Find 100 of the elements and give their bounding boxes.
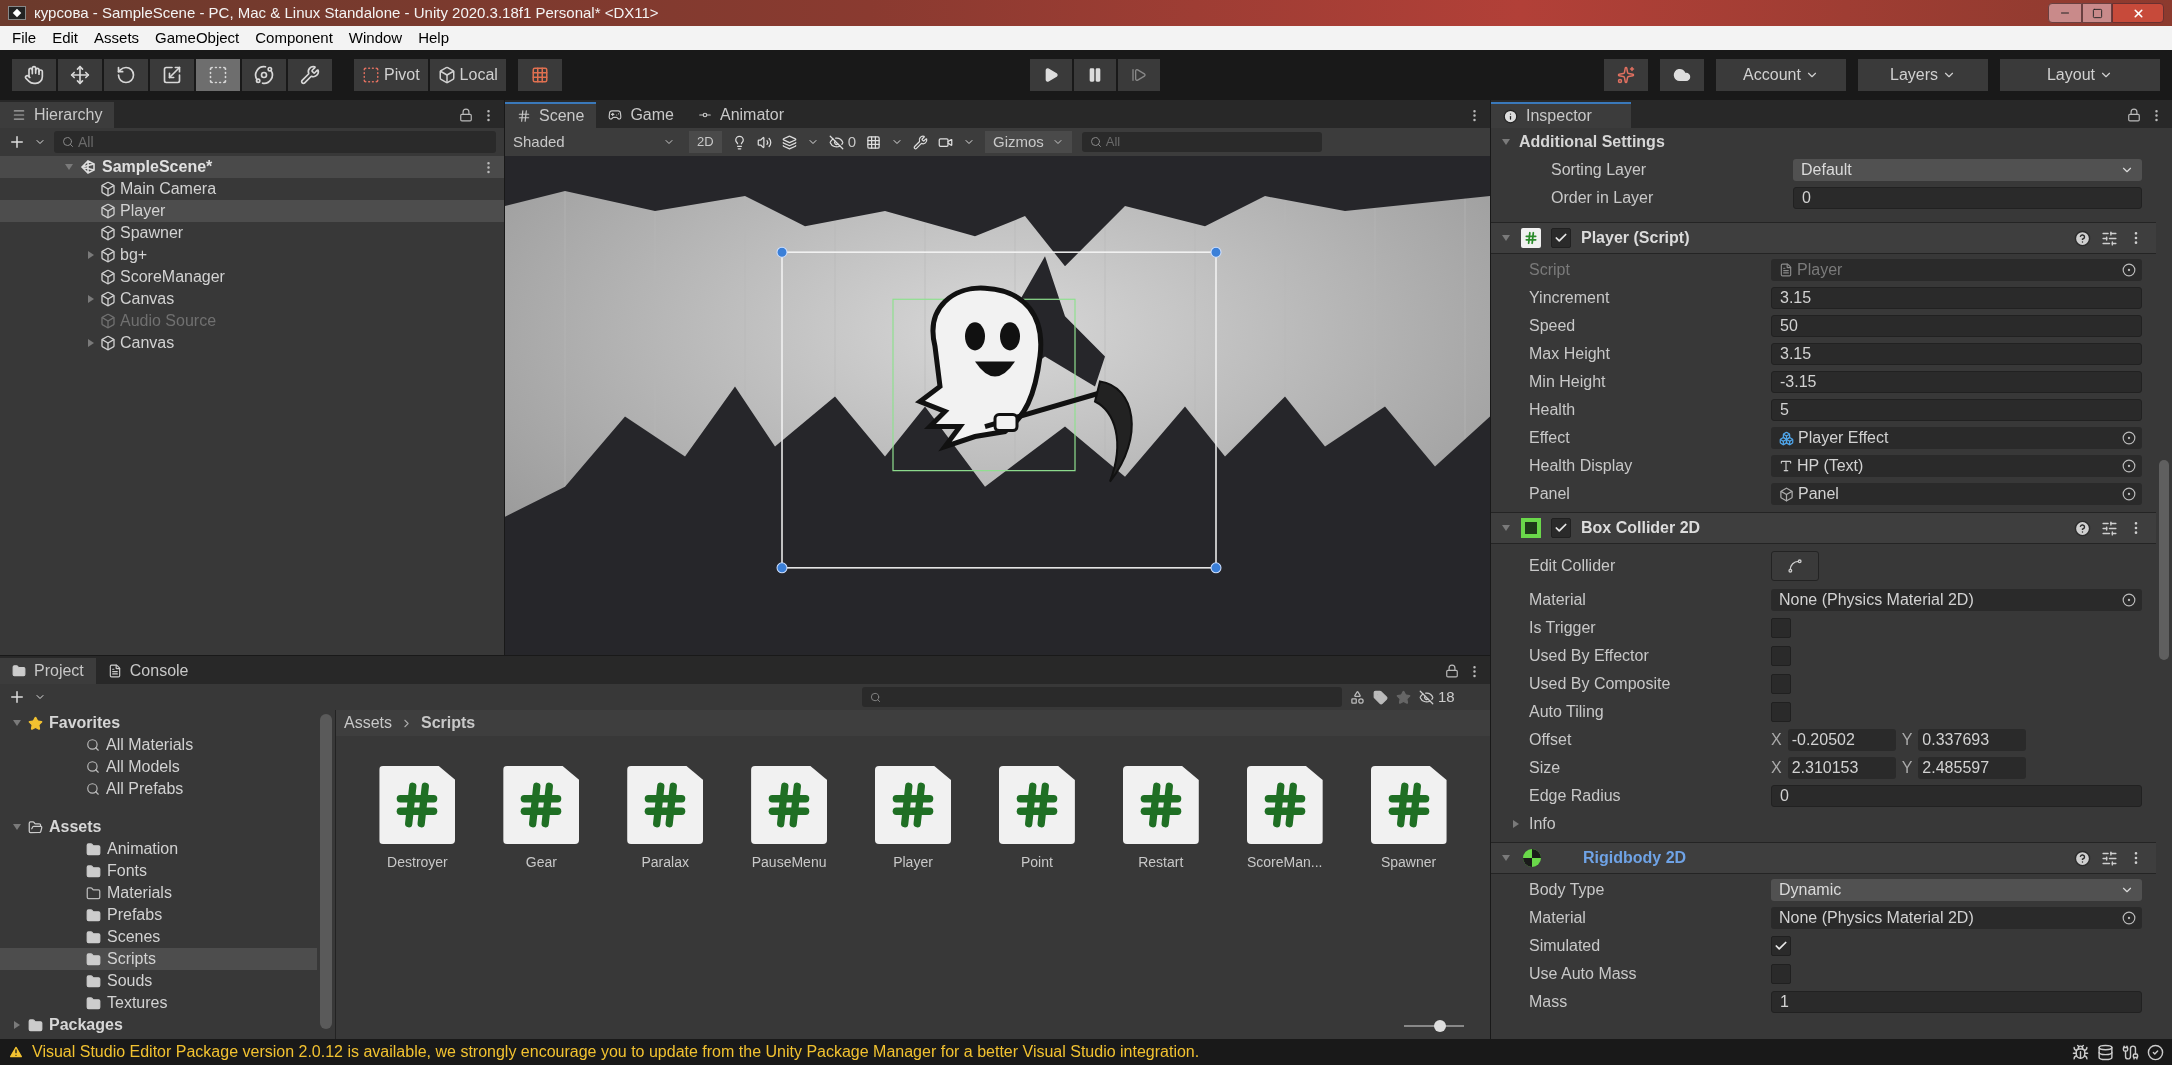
shading-dropdown[interactable]: Shaded (509, 131, 679, 153)
object-field[interactable]: HP (Text) (1771, 455, 2142, 477)
menu-item[interactable]: Edit (44, 26, 87, 50)
lock-icon[interactable] (1445, 664, 1459, 678)
hierarchy-item[interactable]: bg+ (0, 244, 504, 266)
panel-tab[interactable]: Console (95, 658, 201, 684)
presets-icon[interactable] (2101, 229, 2118, 247)
checkbox[interactable] (1771, 964, 1791, 984)
view-tab[interactable]: Animator (685, 102, 796, 128)
tool-button[interactable] (12, 59, 56, 91)
target-icon[interactable] (2122, 593, 2136, 607)
foldout-label[interactable]: Info (1529, 812, 1556, 836)
tool-button[interactable] (150, 59, 194, 91)
tree-item[interactable]: Fonts (0, 860, 317, 882)
network-icon[interactable] (2122, 1043, 2139, 1061)
dropdown[interactable]: Default (1793, 159, 2142, 181)
script-asset[interactable]: Spawner (1362, 766, 1455, 873)
checkbox[interactable] (1771, 702, 1791, 722)
add-icon[interactable] (8, 688, 26, 706)
lock-icon[interactable] (459, 108, 473, 122)
checkbox[interactable] (1771, 646, 1791, 666)
bug-icon[interactable] (2072, 1043, 2089, 1061)
tool-button[interactable] (288, 59, 332, 91)
input-field[interactable]: 2.485597 (1918, 757, 2027, 779)
close-button[interactable] (2112, 3, 2164, 23)
object-field[interactable]: None (Physics Material 2D) (1771, 589, 2142, 611)
hierarchy-item[interactable]: Main Camera (0, 178, 504, 200)
speaker-icon[interactable] (756, 134, 772, 150)
services-button[interactable] (1604, 59, 1648, 91)
gizmos-dropdown[interactable]: Gizmos (984, 131, 1072, 153)
tree-item[interactable]: Favorites (0, 712, 335, 734)
star-icon[interactable] (1396, 689, 1411, 705)
foldout-arrow-icon[interactable] (1501, 853, 1511, 863)
foldout-arrow-icon[interactable] (1501, 137, 1511, 147)
input-field[interactable]: 3.15 (1771, 343, 2142, 365)
tool-button[interactable] (104, 59, 148, 91)
script-asset[interactable]: Point (990, 766, 1084, 873)
tool-button[interactable] (58, 59, 102, 91)
component-header[interactable]: Box Collider 2D (1491, 512, 2156, 544)
dropdown[interactable]: Dynamic (1771, 879, 2142, 901)
type-filter-icon[interactable] (1350, 689, 1365, 705)
layout-dropdown[interactable]: Layout (2000, 59, 2160, 91)
tree-item[interactable]: All Materials (0, 734, 317, 756)
input-field[interactable]: 1 (1771, 991, 2142, 1013)
object-field[interactable]: Panel (1771, 483, 2142, 505)
layers-icon[interactable] (781, 134, 797, 150)
inspector-tab[interactable]: Inspector (1491, 102, 1631, 128)
target-icon[interactable] (2122, 263, 2136, 277)
add-icon[interactable] (8, 133, 26, 151)
menu-item[interactable]: Assets (86, 26, 148, 50)
script-asset[interactable]: ScoreMan... (1238, 766, 1332, 873)
zoom-slider[interactable] (1404, 1020, 1464, 1032)
foldout-arrow-icon[interactable] (12, 822, 22, 832)
input-field[interactable]: 0.337693 (1918, 729, 2027, 751)
grid-icon[interactable] (865, 134, 881, 150)
target-icon[interactable] (2122, 911, 2136, 925)
input-field[interactable]: 5 (1771, 399, 2142, 421)
tree-item[interactable]: Scenes (0, 926, 317, 948)
tree-item[interactable]: Textures (0, 992, 317, 1014)
foldout-arrow-icon[interactable] (1501, 523, 1511, 533)
script-asset[interactable]: Destroyer (371, 766, 464, 873)
help-icon[interactable] (2074, 229, 2091, 247)
enable-checkbox[interactable] (1551, 228, 1571, 248)
object-field[interactable]: Player Effect (1771, 427, 2142, 449)
foldout-arrow-icon[interactable] (86, 294, 96, 304)
target-icon[interactable] (2122, 459, 2136, 473)
help-icon[interactable] (2074, 519, 2091, 537)
tree-item[interactable]: All Models (0, 756, 317, 778)
database-icon[interactable] (2097, 1043, 2114, 1061)
hierarchy-tab[interactable]: Hierarchy (0, 102, 115, 128)
menu-item[interactable]: Help (410, 26, 458, 50)
tree-item[interactable]: All Prefabs (0, 778, 317, 800)
menu-item[interactable]: GameObject (147, 26, 248, 50)
pivot-button[interactable]: Pivot (354, 59, 428, 91)
breadcrumb-item[interactable]: Assets (344, 711, 392, 735)
input-field[interactable]: 0 (1771, 785, 2142, 807)
tree-item[interactable]: Assets (0, 816, 335, 838)
enable-checkbox[interactable] (1551, 518, 1571, 538)
foldout-arrow-icon[interactable] (1511, 819, 1521, 829)
hierarchy-item[interactable]: Canvas (0, 288, 504, 310)
menu-item[interactable]: File (4, 26, 45, 50)
script-asset[interactable]: Paralax (618, 766, 712, 873)
foldout-arrow-icon[interactable] (12, 1020, 22, 1030)
input-field[interactable]: 3.15 (1771, 287, 2142, 309)
2d-toggle[interactable]: 2D (689, 131, 722, 153)
scrollbar-thumb[interactable] (2159, 460, 2169, 660)
minimize-button[interactable] (2048, 3, 2082, 23)
input-field[interactable]: 50 (1771, 315, 2142, 337)
grid-snap-button[interactable] (517, 59, 562, 91)
lock-icon[interactable] (2127, 108, 2141, 122)
cloud-button[interactable] (1660, 59, 1704, 91)
view-tab[interactable]: Game (596, 102, 686, 128)
slider-thumb[interactable] (1434, 1020, 1446, 1032)
tree-item[interactable]: Materials (0, 882, 317, 904)
hidden-objects-toggle[interactable]: 0 (828, 130, 856, 154)
foldout-arrow-icon[interactable] (86, 250, 96, 260)
menu-item[interactable]: Window (340, 26, 411, 50)
input-field[interactable]: -0.20502 (1787, 729, 1896, 751)
object-field[interactable]: None (Physics Material 2D) (1771, 907, 2142, 929)
tree-item[interactable]: Souds (0, 970, 317, 992)
